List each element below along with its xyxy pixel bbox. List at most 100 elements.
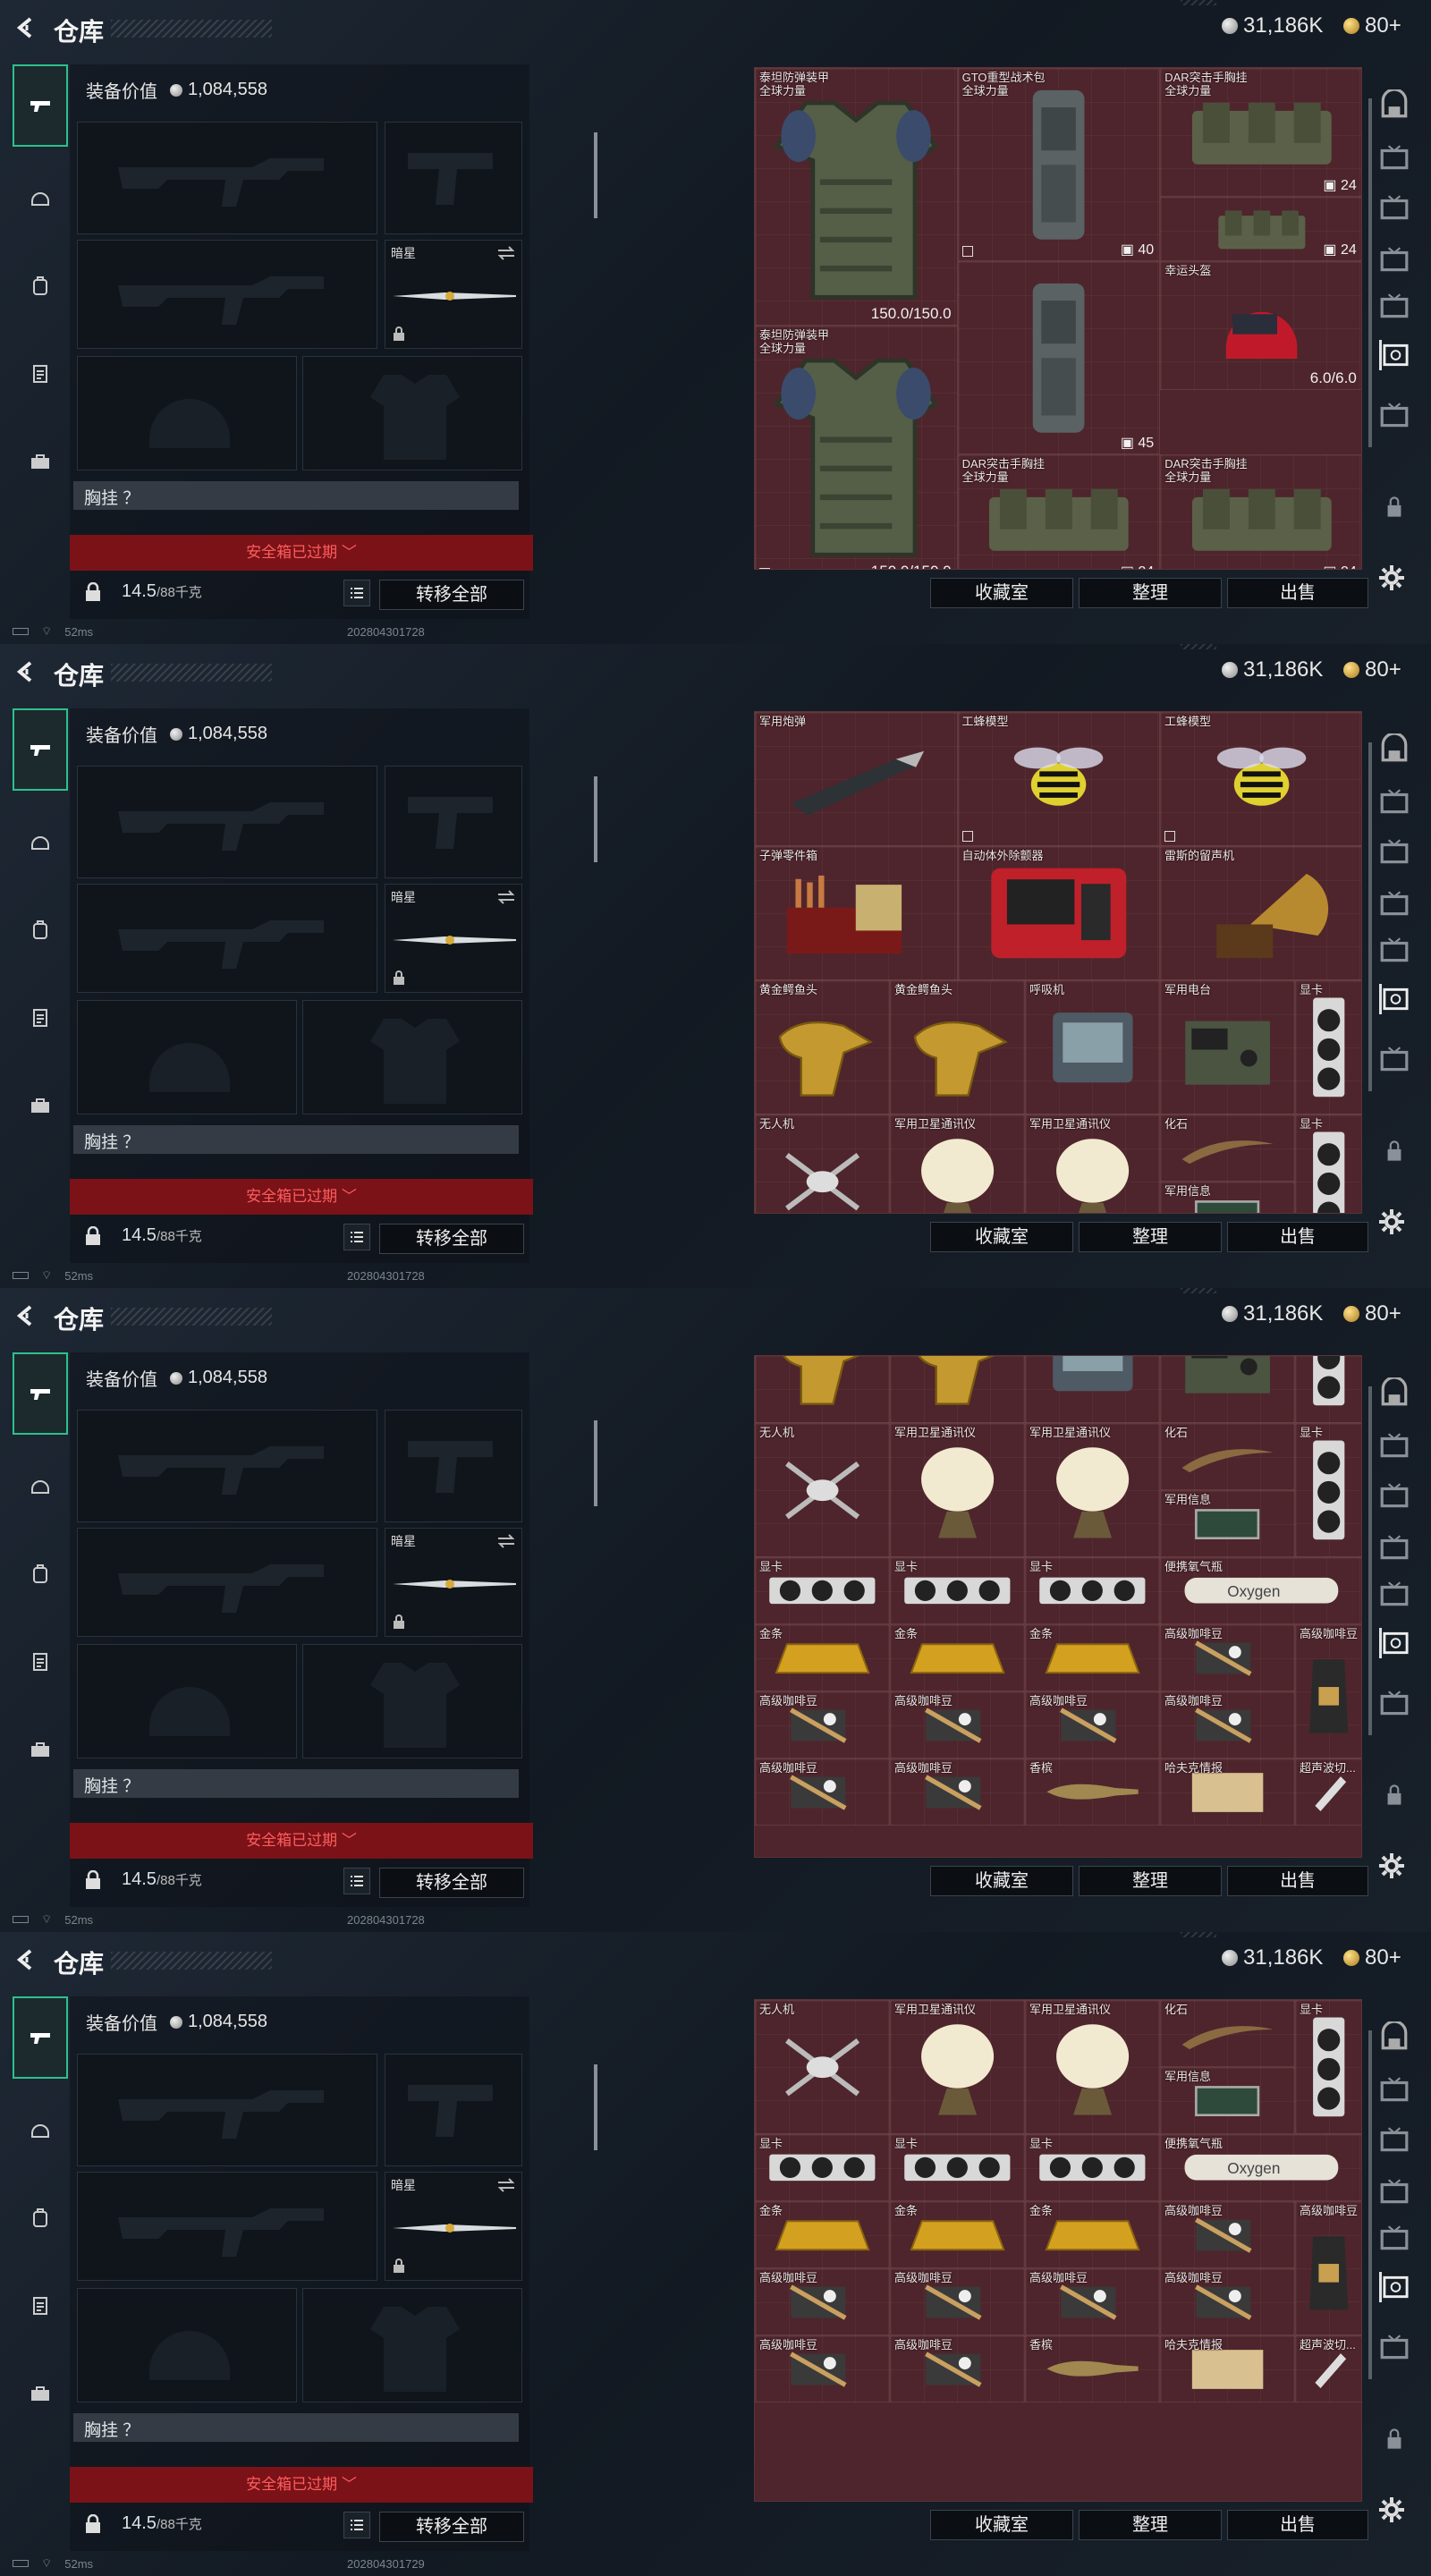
inventory-item[interactable]: 显卡 bbox=[1295, 980, 1361, 1114]
nav-clipboard[interactable] bbox=[13, 991, 68, 1045]
lock-icon[interactable] bbox=[1379, 1136, 1410, 1166]
inventory-item[interactable]: 高级咖啡豆 bbox=[1295, 2201, 1361, 2335]
gold-currency[interactable]: 80+ bbox=[1343, 13, 1401, 38]
inventory-item[interactable]: Oxygen 便携氧气瓶 bbox=[1160, 1557, 1361, 1624]
lock-icon[interactable] bbox=[1379, 492, 1410, 522]
melee-slot[interactable]: 暗星 bbox=[385, 240, 522, 349]
nav-backpack[interactable] bbox=[13, 259, 68, 313]
inventory-item[interactable]: 工蜂模型 bbox=[1160, 712, 1361, 846]
back-arrow-icon[interactable] bbox=[14, 1304, 38, 1327]
tv-icon[interactable] bbox=[1379, 837, 1410, 868]
tv-icon[interactable] bbox=[1379, 143, 1410, 174]
gold-currency[interactable]: 80+ bbox=[1343, 657, 1401, 682]
inventory-item[interactable]: 显卡 bbox=[890, 2134, 1025, 2201]
inventory-item[interactable]: 超声波切... bbox=[1295, 2335, 1361, 2402]
primary-weapon-slot[interactable] bbox=[77, 1410, 377, 1522]
inventory-item[interactable]: 军用卫星通讯仪 bbox=[890, 2000, 1025, 2134]
inventory-item[interactable]: 化石 bbox=[1160, 1423, 1295, 1490]
nav-helmet[interactable] bbox=[13, 2104, 68, 2157]
inventory-item[interactable]: 高级咖啡豆 bbox=[1160, 1691, 1295, 1758]
nav-backpack[interactable] bbox=[13, 903, 68, 957]
tv-icon[interactable] bbox=[1379, 292, 1410, 322]
transfer-all-button[interactable]: 转移全部 bbox=[379, 1224, 524, 1254]
tv-icon[interactable] bbox=[1379, 1533, 1410, 1563]
settings-gear-icon[interactable] bbox=[1377, 564, 1406, 592]
armor-slot[interactable] bbox=[302, 356, 522, 470]
nav-clipboard[interactable] bbox=[13, 1635, 68, 1689]
equipment-scrollbar[interactable] bbox=[594, 776, 597, 862]
inventory-item[interactable]: 子弹零件箱 bbox=[755, 846, 958, 980]
nav-backpack[interactable] bbox=[13, 2191, 68, 2245]
inventory-item[interactable]: ▣ 45 bbox=[957, 261, 1161, 454]
inventory-item[interactable]: 军用卫星通讯仪 bbox=[890, 1114, 1025, 1213]
nav-gun[interactable] bbox=[13, 1996, 68, 2079]
tv-icon[interactable] bbox=[1379, 193, 1410, 224]
inventory-item[interactable] bbox=[1025, 1356, 1160, 1423]
melee-slot[interactable]: 暗星 bbox=[385, 884, 522, 993]
inventory-item[interactable]: 高级咖啡豆 bbox=[890, 1758, 1025, 1826]
inventory-item[interactable]: 显卡 bbox=[1295, 1423, 1361, 1557]
tv-icon[interactable] bbox=[1379, 2224, 1410, 2254]
inventory-item[interactable]: 金条 bbox=[890, 1624, 1025, 1691]
transfer-all-button[interactable]: 转移全部 bbox=[379, 580, 524, 610]
list-view-button[interactable] bbox=[343, 2512, 370, 2538]
nav-gun[interactable] bbox=[13, 1352, 68, 1435]
inventory-item[interactable]: 高级咖啡豆 bbox=[1025, 2268, 1160, 2335]
sort-button[interactable]: 整理 bbox=[1079, 1866, 1222, 1896]
safe-icon[interactable] bbox=[1379, 1628, 1410, 1658]
inventory-item[interactable]: 金条 bbox=[755, 1624, 890, 1691]
inventory-item[interactable]: 哈夫克情报 bbox=[1160, 1758, 1295, 1826]
nav-helmet[interactable] bbox=[13, 1460, 68, 1513]
inventory-item[interactable]: 高级咖啡豆 bbox=[1025, 1691, 1160, 1758]
inventory-item[interactable] bbox=[890, 1356, 1025, 1423]
vault-icon[interactable] bbox=[1379, 2021, 1410, 2052]
inventory-item[interactable] bbox=[755, 1356, 890, 1423]
safe-box-expired-banner[interactable]: 安全箱已过期 ﹀ bbox=[70, 2467, 533, 2503]
chest-rig-bar[interactable]: 胸挂 ？ bbox=[73, 1769, 519, 1798]
inventory-item[interactable]: 高级咖啡豆 bbox=[755, 2268, 890, 2335]
collection-room-button[interactable]: 收藏室 bbox=[930, 1222, 1073, 1252]
inventory-item[interactable]: 显卡 bbox=[1025, 1557, 1160, 1624]
vault-icon[interactable] bbox=[1379, 89, 1410, 120]
swap-icon[interactable] bbox=[496, 2178, 516, 2192]
storage-grid[interactable]: 泰坦防弹装甲 全球力量 150.0/150.0 GTO重型战术包 全球力量 ▣ 40 D… bbox=[754, 67, 1362, 570]
inventory-item[interactable]: DAR突击手胸挂 全球力量 ▣ 24 bbox=[1160, 68, 1361, 197]
back-arrow-icon[interactable] bbox=[14, 1948, 38, 1971]
inventory-item[interactable]: 军用电台 bbox=[1160, 980, 1295, 1114]
settings-gear-icon[interactable] bbox=[1377, 2496, 1406, 2524]
nav-helmet[interactable] bbox=[13, 172, 68, 225]
gold-currency[interactable]: 80+ bbox=[1343, 1301, 1401, 1326]
sort-button[interactable]: 整理 bbox=[1079, 578, 1222, 608]
equipment-scrollbar[interactable] bbox=[594, 132, 597, 218]
nav-backpack[interactable] bbox=[13, 1547, 68, 1601]
primary-weapon-slot[interactable] bbox=[77, 766, 377, 878]
inventory-item[interactable]: 军用卫星通讯仪 bbox=[1025, 1114, 1160, 1213]
storage-scrollbar[interactable] bbox=[1368, 742, 1372, 1091]
back-arrow-icon[interactable] bbox=[14, 16, 38, 39]
inventory-item[interactable]: 高级咖啡豆 bbox=[1160, 1624, 1295, 1691]
inventory-item[interactable]: 显卡 bbox=[1295, 1114, 1361, 1213]
inventory-item[interactable]: 泰坦防弹装甲 全球力量 150.0/150.0 bbox=[755, 68, 958, 326]
inventory-item[interactable]: 化石 bbox=[1160, 2000, 1295, 2067]
inventory-item[interactable]: 军用卫星通讯仪 bbox=[890, 1423, 1025, 1557]
settings-gear-icon[interactable] bbox=[1377, 1852, 1406, 1880]
nav-gun[interactable] bbox=[13, 708, 68, 791]
pistol-slot[interactable] bbox=[385, 766, 522, 878]
tv-icon[interactable] bbox=[1379, 1689, 1410, 1719]
tv-icon[interactable] bbox=[1379, 401, 1410, 431]
helmet-slot[interactable] bbox=[77, 1644, 297, 1758]
tv-icon[interactable] bbox=[1379, 1045, 1410, 1075]
sell-button[interactable]: 出售 bbox=[1227, 578, 1368, 608]
inventory-item[interactable] bbox=[1160, 1356, 1295, 1423]
nav-gun[interactable] bbox=[13, 64, 68, 147]
inventory-item[interactable] bbox=[1295, 1356, 1361, 1423]
nav-helmet[interactable] bbox=[13, 816, 68, 869]
primary-weapon-slot[interactable] bbox=[77, 2054, 377, 2166]
nav-clipboard[interactable] bbox=[13, 2279, 68, 2333]
inventory-item[interactable]: 显卡 bbox=[755, 2134, 890, 2201]
gold-currency[interactable]: 80+ bbox=[1343, 1945, 1401, 1970]
collection-room-button[interactable]: 收藏室 bbox=[930, 2510, 1073, 2540]
tv-icon[interactable] bbox=[1379, 2333, 1410, 2363]
list-view-button[interactable] bbox=[343, 580, 370, 606]
inventory-item[interactable]: 军用信息 bbox=[1160, 1490, 1295, 1557]
